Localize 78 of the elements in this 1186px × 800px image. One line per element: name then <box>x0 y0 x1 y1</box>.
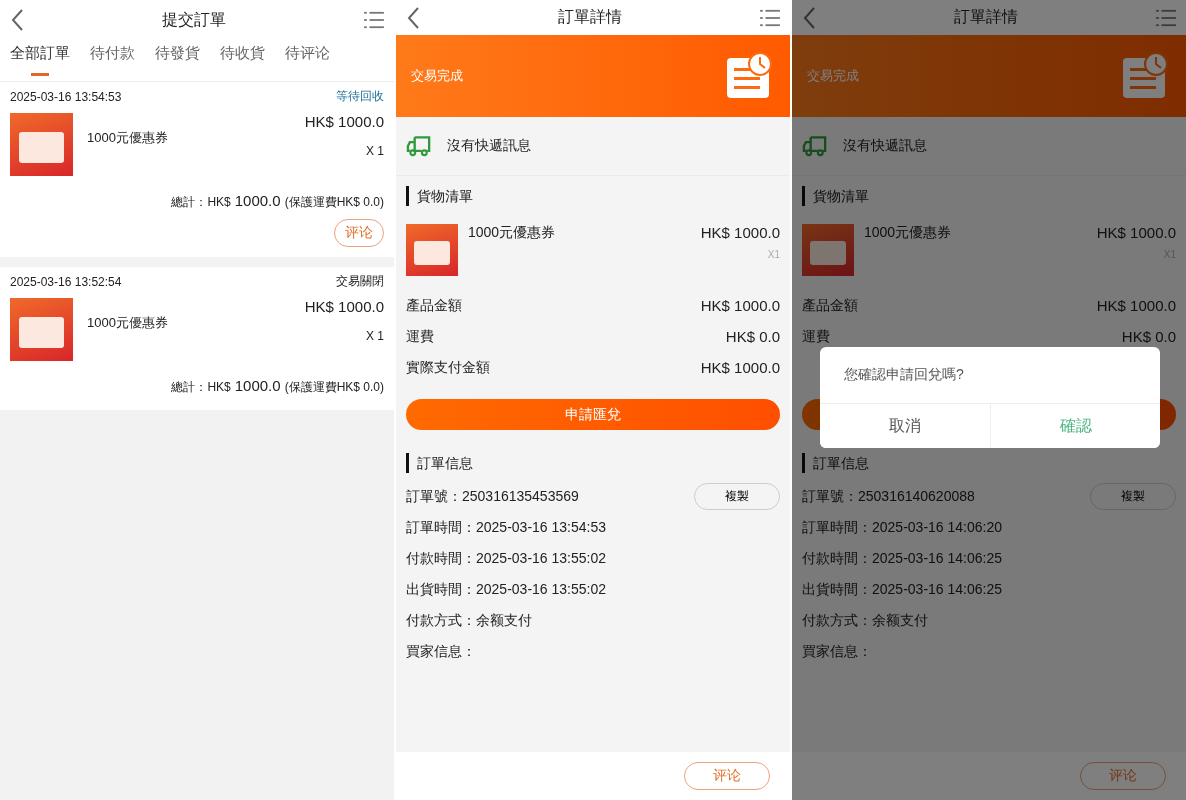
section-heading: 訂單信息 <box>802 453 1176 473</box>
order-info-line: 訂單號：250316135453569 <box>406 487 579 506</box>
copy-button[interactable]: 複製 <box>694 483 780 510</box>
summary-label: 產品金額 <box>802 296 858 315</box>
page-title: 訂單詳情 <box>954 7 1018 27</box>
coupon-image-placeholder <box>802 224 854 276</box>
summary-value: HK$ 0.0 <box>725 328 780 345</box>
apply-redeem-button[interactable]: 申請匯兌 <box>406 399 780 430</box>
product-quantity: X1 <box>767 249 780 260</box>
order-tab[interactable]: 待發貨 <box>155 44 200 76</box>
total-amount: 1000.0 <box>234 377 281 394</box>
order-info-line: 訂單時間：2025-03-16 14:06:20 <box>802 518 1002 537</box>
summary-label: 運費 <box>406 327 434 346</box>
order-info-line: 買家信息： <box>406 642 476 661</box>
product-price: HK$ 1000.0 <box>700 224 780 241</box>
order-tab[interactable]: 待收貨 <box>220 44 265 76</box>
product-name: 1000元優惠券 <box>87 314 169 332</box>
page-title: 提交訂單 <box>162 9 226 30</box>
summary-label: 運費 <box>802 327 830 346</box>
product-quantity: X 1 <box>366 329 384 343</box>
order-status: 等待回收 <box>336 88 384 105</box>
clipboard-clock-icon <box>1122 52 1168 100</box>
product-price: HK$ 1000.0 <box>1096 224 1176 241</box>
menu-icon[interactable] <box>760 8 780 27</box>
coupon-image-placeholder <box>10 298 73 361</box>
order-time: 2025-03-16 13:52:54 <box>10 274 122 289</box>
order-time: 2025-03-16 13:54:53 <box>10 89 122 104</box>
order-info-line: 付款方式：余额支付 <box>802 611 928 630</box>
order-tab[interactable]: 待付款 <box>90 44 135 76</box>
product-price: HK$ 1000.0 <box>304 298 384 315</box>
order-tab[interactable]: 待评论 <box>285 44 330 76</box>
shipping-note: (保護運費HK$ 0.0) <box>284 194 384 211</box>
shipping-info: 沒有快遞訊息 <box>447 137 531 155</box>
product-name: 1000元優惠券 <box>864 224 953 242</box>
order-status: 交易完成 <box>411 67 463 85</box>
shipping-note: (保護運費HK$ 0.0) <box>284 379 384 396</box>
total-amount: 1000.0 <box>234 192 281 209</box>
order-info-line: 付款時間：2025-03-16 14:06:25 <box>802 549 1002 568</box>
section-heading: 訂單信息 <box>406 453 780 473</box>
summary-value: HK$ 1000.0 <box>1096 297 1176 314</box>
section-heading: 貨物清單 <box>406 186 780 206</box>
page-title: 訂單詳情 <box>558 7 622 27</box>
summary-value: HK$ 0.0 <box>1121 328 1176 345</box>
product-name: 1000元優惠券 <box>87 129 169 147</box>
coupon-image-placeholder <box>406 224 458 276</box>
order-info-line: 出貨時間：2025-03-16 14:06:25 <box>802 580 1002 599</box>
order-info-line: 出貨時間：2025-03-16 13:55:02 <box>406 580 606 599</box>
truck-icon <box>406 134 433 158</box>
order-info-line: 付款方式：余额支付 <box>406 611 532 630</box>
shipping-info: 沒有快遞訊息 <box>843 137 927 155</box>
coupon-image-placeholder <box>10 113 73 176</box>
clipboard-clock-icon <box>726 52 772 100</box>
order-info-line: 付款時間：2025-03-16 13:55:02 <box>406 549 606 568</box>
review-button[interactable]: 评论 <box>334 219 384 247</box>
summary-label: 產品金額 <box>406 296 462 315</box>
back-icon[interactable] <box>802 5 816 30</box>
product-price: HK$ 1000.0 <box>304 113 384 130</box>
order-info-line: 訂單時間：2025-03-16 13:54:53 <box>406 518 606 537</box>
product-quantity: X 1 <box>366 144 384 158</box>
truck-icon <box>802 134 829 158</box>
total-label: 總計：HK$ <box>171 194 231 211</box>
order-info-line: 訂單號：250316140620088 <box>802 487 975 506</box>
menu-icon[interactable] <box>1156 8 1176 27</box>
order-status: 交易完成 <box>807 67 859 85</box>
copy-button[interactable]: 複製 <box>1090 483 1176 510</box>
total-label: 總計：HK$ <box>171 379 231 396</box>
review-button[interactable]: 评论 <box>684 762 770 790</box>
section-heading: 貨物清單 <box>802 186 1176 206</box>
summary-value: HK$ 1000.0 <box>700 297 780 314</box>
summary-value: HK$ 1000.0 <box>700 359 780 376</box>
menu-icon[interactable] <box>364 11 384 29</box>
order-tab[interactable]: 全部訂單 <box>10 44 70 76</box>
back-icon[interactable] <box>10 8 24 32</box>
order-status: 交易關閉 <box>336 273 384 290</box>
order-info-line: 買家信息： <box>802 642 872 661</box>
summary-label: 實際支付金額 <box>406 358 490 377</box>
back-icon[interactable] <box>406 5 420 30</box>
product-name: 1000元優惠券 <box>468 224 557 242</box>
